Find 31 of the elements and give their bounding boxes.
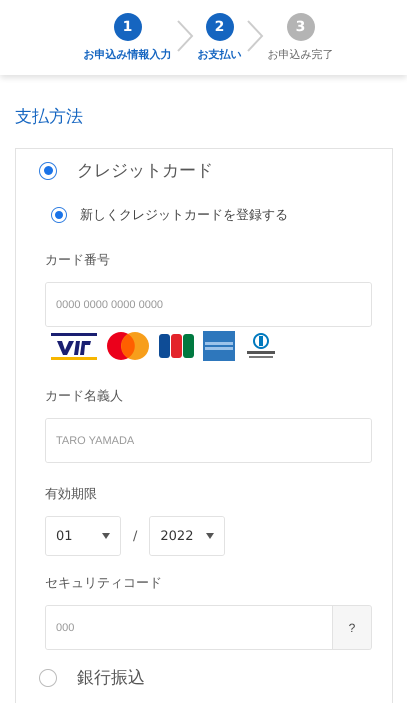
field-label: カード番号: [45, 252, 111, 269]
overlapping-circles-icon: [105, 331, 151, 361]
step-label: お申込み完了: [268, 47, 334, 62]
card-number-field[interactable]: 0000 0000 0000 0000: [45, 282, 372, 327]
section-title: 支払方法: [15, 106, 83, 128]
name-field[interactable]: TARO YAMADA: [45, 418, 372, 463]
square-card-icon: [203, 331, 235, 361]
field-label: セキュリティコード: [45, 575, 163, 592]
caret-icon: [206, 533, 214, 539]
striped-card-icon: [159, 332, 195, 360]
separator: /: [132, 528, 138, 544]
radio-button[interactable]: [51, 207, 67, 223]
step-label: お申込み情報入力: [84, 47, 172, 62]
field-label: カード名義人: [45, 388, 124, 405]
step-number: 2: [206, 13, 234, 41]
chevron-icon: [246, 19, 264, 53]
security-code-field[interactable]: 000: [45, 605, 333, 650]
radio-button[interactable]: [39, 668, 57, 686]
caret-icon: [102, 533, 110, 539]
year-select[interactable]: 2022: [149, 516, 226, 556]
step-number: 1: [114, 13, 142, 41]
radio-button[interactable]: [39, 162, 57, 180]
method-label: クレジットカード: [77, 160, 213, 182]
step-number: 3: [286, 13, 314, 41]
help-button[interactable]: ?: [333, 605, 372, 650]
option-label: 新しくクレジットカードを登録する: [80, 207, 288, 224]
step-label: お支払い: [198, 47, 242, 62]
month-select[interactable]: 01: [45, 516, 121, 556]
field-label: 有効期限: [45, 486, 98, 503]
method-label: 銀行振込: [77, 667, 145, 689]
chevron-icon: [176, 19, 194, 53]
